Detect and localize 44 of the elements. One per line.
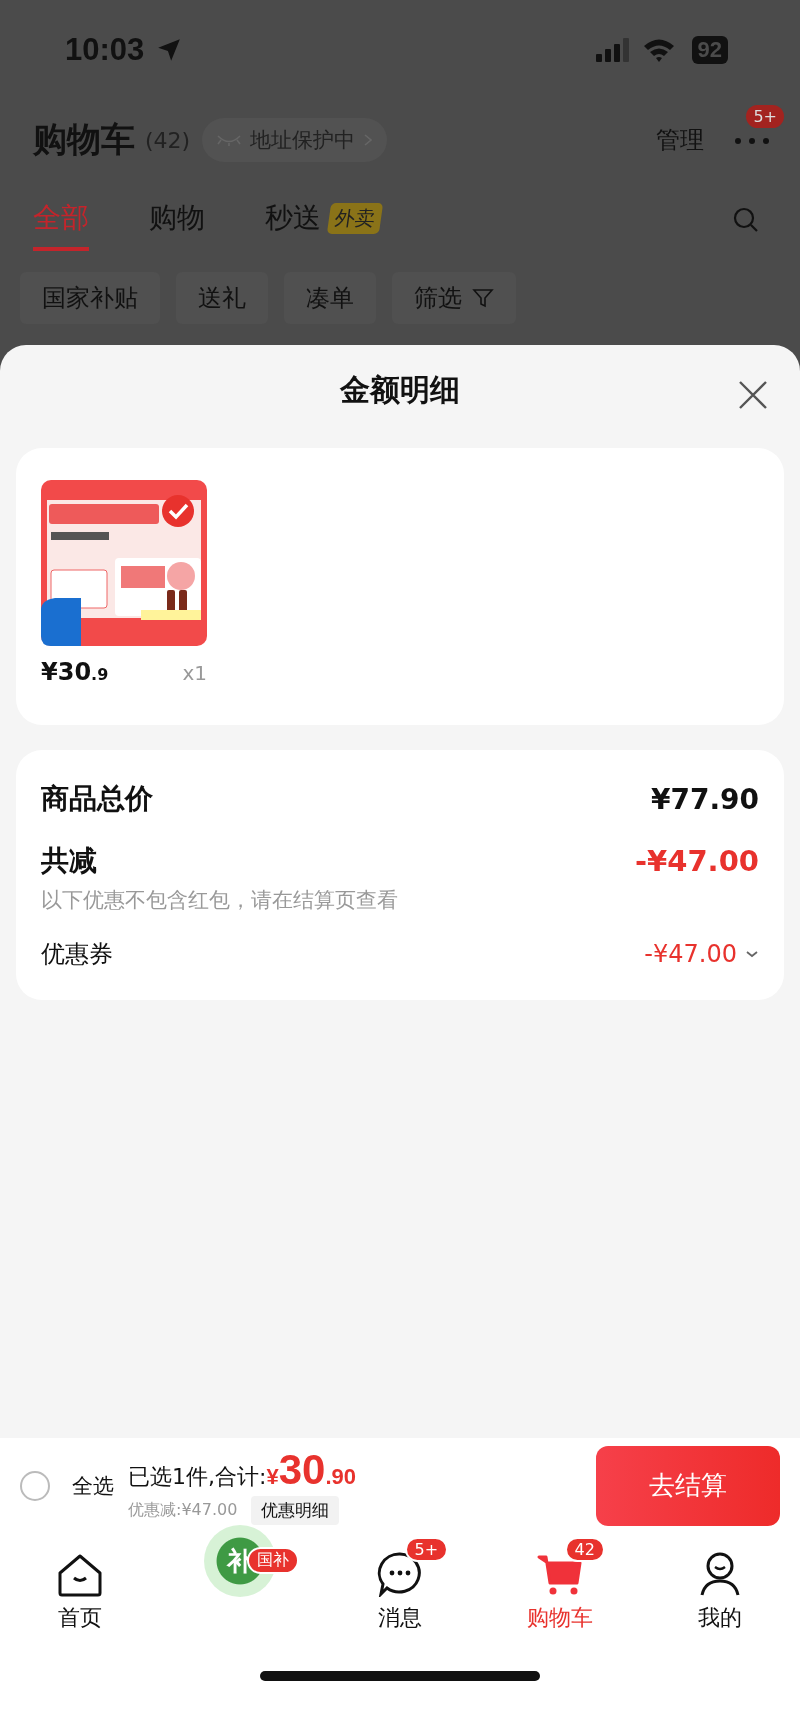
nav-badge: 5+ xyxy=(404,1537,449,1562)
sheet-title: 金额明细 xyxy=(340,370,460,409)
chevron-down-icon[interactable] xyxy=(745,950,759,958)
manage-button[interactable]: 管理 xyxy=(656,124,704,156)
select-all-checkbox[interactable] xyxy=(20,1470,50,1501)
filter-chip[interactable]: 国家补贴 xyxy=(20,272,160,324)
total-value: ¥77.90 xyxy=(650,782,759,816)
home-icon[interactable] xyxy=(57,1553,103,1597)
discount-value: -¥47.00 xyxy=(635,844,759,878)
nav-badge: 42 xyxy=(564,1537,605,1562)
total-label: 商品总价 xyxy=(41,781,153,817)
discount-detail-button[interactable]: 优惠明细 xyxy=(251,1496,340,1525)
nav-label[interactable]: 首页 xyxy=(58,1603,102,1633)
checked-icon[interactable] xyxy=(161,494,195,528)
signal-icon xyxy=(595,38,632,62)
close-icon[interactable] xyxy=(738,380,768,410)
nav-label[interactable]: 购物车 xyxy=(527,1603,593,1633)
discount-label: 共减 xyxy=(41,843,97,879)
shopping-cart-icon[interactable] xyxy=(537,1553,583,1597)
location-arrow-icon xyxy=(156,37,183,63)
category-tab[interactable]: 购物 xyxy=(149,189,205,251)
filter-chip[interactable]: 筛选 xyxy=(392,272,516,324)
discount-summary: 优惠减:¥47.00 xyxy=(128,1500,238,1521)
nav-label[interactable]: 我的 xyxy=(698,1603,742,1633)
funnel-icon xyxy=(472,287,494,309)
nav-label[interactable]: 消息 xyxy=(378,1603,422,1633)
total-price: ¥30.90 xyxy=(266,1446,356,1494)
select-all-label: 全选 xyxy=(72,1472,114,1500)
coupon-value[interactable]: -¥47.00 xyxy=(644,940,737,968)
battery-indicator: 92 xyxy=(691,36,728,64)
status-time: 10:03 xyxy=(65,32,145,68)
notification-badge: 5+ xyxy=(746,104,784,128)
nav-badge: 国补 xyxy=(247,1547,300,1574)
product-quantity: x1 xyxy=(182,661,207,685)
category-tab[interactable]: 秒送 外卖 xyxy=(265,189,381,251)
selected-summary: 已选1件,合计: xyxy=(128,1463,267,1491)
discount-note: 以下优惠不包含红包，请在结算页查看 xyxy=(41,887,399,914)
person-icon[interactable] xyxy=(699,1551,741,1597)
page-title: 购物车 xyxy=(33,118,135,161)
checkout-button[interactable]: 去结算 xyxy=(596,1445,780,1526)
product-price: ¥30.9 xyxy=(41,658,109,686)
filter-chip[interactable]: 送礼 xyxy=(176,272,268,324)
filter-chip[interactable]: 凑单 xyxy=(284,272,376,324)
coupon-label: 优惠券 xyxy=(41,939,114,970)
